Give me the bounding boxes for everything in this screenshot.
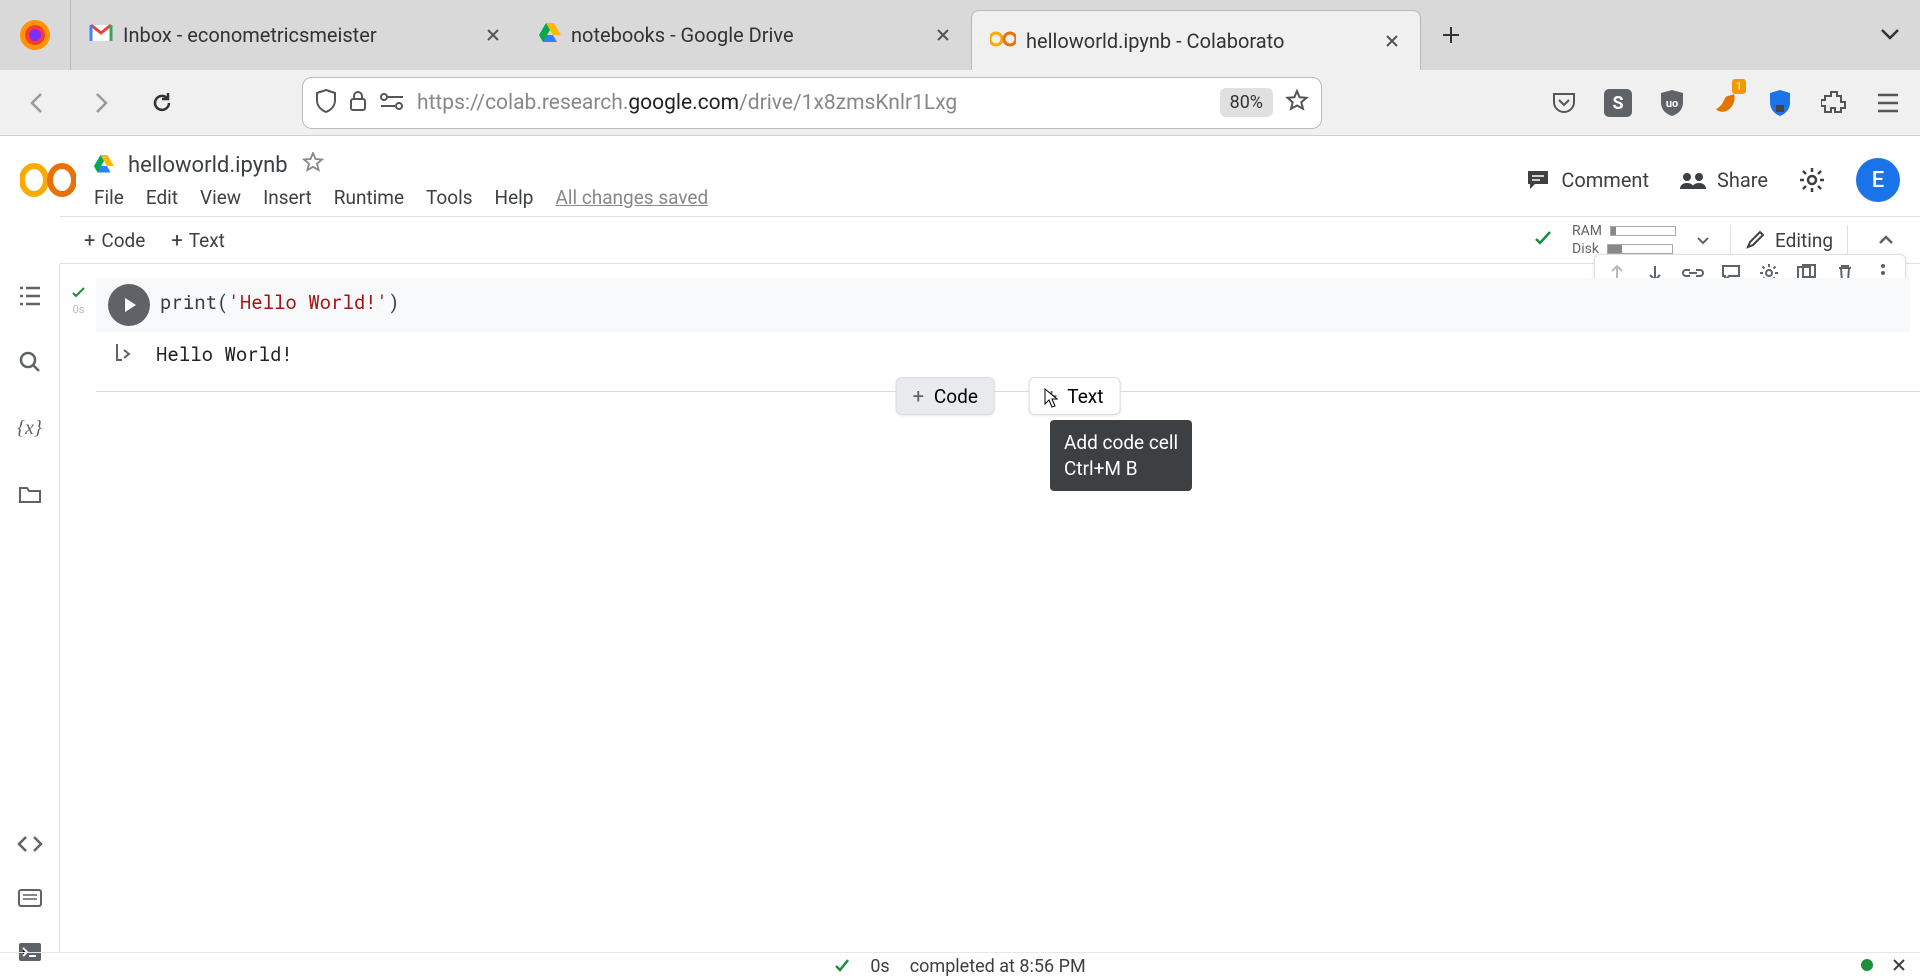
insert-code-button[interactable]: +Code [896,377,995,415]
settings-button[interactable] [1798,166,1826,194]
drive-icon [539,23,561,48]
colab-header: helloworld.ipynb File Edit View Insert R… [0,136,1920,216]
firefox-icon [0,0,70,70]
bookmark-icon[interactable] [1285,89,1309,117]
browser-nav-bar: https://colab.research.google.com/drive/… [0,70,1920,136]
back-button[interactable] [16,81,60,125]
close-icon[interactable] [933,25,953,45]
url-bar[interactable]: https://colab.research.google.com/drive/… [302,77,1322,129]
menu-help[interactable]: Help [495,186,534,209]
cell-exec-time: 0s [73,303,85,316]
status-text: completed at 8:56 PM [910,956,1086,977]
ublock-icon[interactable]: uo [1656,87,1688,119]
menu-file[interactable]: File [94,186,124,209]
status-bar: 0s completed at 8:56 PM [0,952,1920,980]
tooltip: Add code cell Ctrl+M B [1050,420,1192,491]
extension-icons: S uo 1 [1548,87,1904,119]
reload-button[interactable] [140,81,184,125]
runtime-status-check [1534,230,1552,250]
svg-text:S: S [1612,93,1623,114]
star-icon[interactable] [302,152,324,180]
check-icon [834,956,850,977]
ext-s-icon[interactable]: S [1602,87,1634,119]
all-tabs-button[interactable] [1860,28,1920,42]
menu-edit[interactable]: Edit [146,186,178,209]
code-snippets-icon[interactable] [16,830,44,858]
insert-text-button[interactable]: +Text [1029,377,1121,415]
search-icon[interactable] [16,348,44,376]
files-icon[interactable] [16,480,44,508]
colab-logo[interactable] [20,162,76,198]
command-palette-icon[interactable] [16,884,44,912]
url-text: https://colab.research.google.com/drive/… [417,91,1208,115]
close-icon[interactable] [1382,31,1402,51]
menu-runtime[interactable]: Runtime [334,186,404,209]
cursor-icon [1044,388,1058,408]
shield-icon[interactable] [315,89,337,117]
check-icon [72,284,85,302]
notebook: 0s print('Hello World!') Hello World! +C… [60,264,1920,952]
add-code-button[interactable]: +Code [76,224,153,256]
insert-bar: +Code +Text [96,377,1920,379]
browser-tab-strip: Inbox - econometricsmeister notebooks - … [0,0,1920,70]
ext-badge: 1 [1732,79,1746,94]
drive-icon [94,155,114,177]
close-icon[interactable] [483,25,503,45]
cell-exec-status: 0s [72,284,85,316]
avatar[interactable]: E [1856,158,1900,202]
editing-mode-button[interactable]: Editing [1730,225,1848,256]
ext-shield-icon[interactable] [1764,87,1796,119]
status-time: 0s [870,956,889,977]
ext-bird-icon[interactable]: 1 [1710,87,1742,119]
menu-insert[interactable]: Insert [263,186,312,209]
tab-title: notebooks - Google Drive [571,23,923,47]
tab-colab[interactable]: helloworld.ipynb - Colaborato [971,10,1421,70]
output-indicator-icon[interactable] [104,342,146,362]
lock-icon[interactable] [349,90,367,116]
resource-meter[interactable]: RAM Disk [1572,223,1676,257]
forward-button[interactable] [78,81,122,125]
cell-output: Hello World! [156,342,293,367]
code-editor[interactable]: print('Hello World!') [160,284,399,321]
tab-title: helloworld.ipynb - Colaborato [1026,29,1372,53]
run-cell-button[interactable] [108,284,150,326]
document-title[interactable]: helloworld.ipynb [128,153,288,178]
colab-icon [990,29,1016,53]
variables-icon[interactable]: {x} [16,414,44,442]
permissions-icon[interactable] [379,92,405,114]
code-cell[interactable]: print('Hello World!') Hello World! [96,278,1910,375]
tab-inbox[interactable]: Inbox - econometricsmeister [71,0,521,70]
menu-view[interactable]: View [200,186,241,209]
tab-drive[interactable]: notebooks - Google Drive [521,0,971,70]
svg-text:uo: uo [1666,97,1678,110]
left-rail: {x} [0,264,60,952]
comment-button[interactable]: Comment [1525,168,1649,192]
close-status-icon[interactable] [1892,956,1906,977]
runtime-dropdown[interactable] [1696,231,1710,250]
collapse-button[interactable] [1868,231,1904,250]
gmail-icon [89,23,113,48]
menu-tools[interactable]: Tools [426,186,473,209]
new-tab-button[interactable] [1421,0,1481,70]
extensions-button[interactable] [1818,87,1850,119]
menu-bar: File Edit View Insert Runtime Tools Help… [94,186,708,209]
tab-title: Inbox - econometricsmeister [123,23,473,47]
zoom-badge[interactable]: 80% [1220,88,1273,117]
kernel-status-icon [1860,956,1874,977]
add-text-button[interactable]: +Text [163,224,233,256]
toc-icon[interactable] [16,282,44,310]
pocket-icon[interactable] [1548,87,1580,119]
share-button[interactable]: Share [1679,168,1768,192]
all-changes-saved[interactable]: All changes saved [555,186,708,209]
hamburger-menu[interactable] [1872,87,1904,119]
